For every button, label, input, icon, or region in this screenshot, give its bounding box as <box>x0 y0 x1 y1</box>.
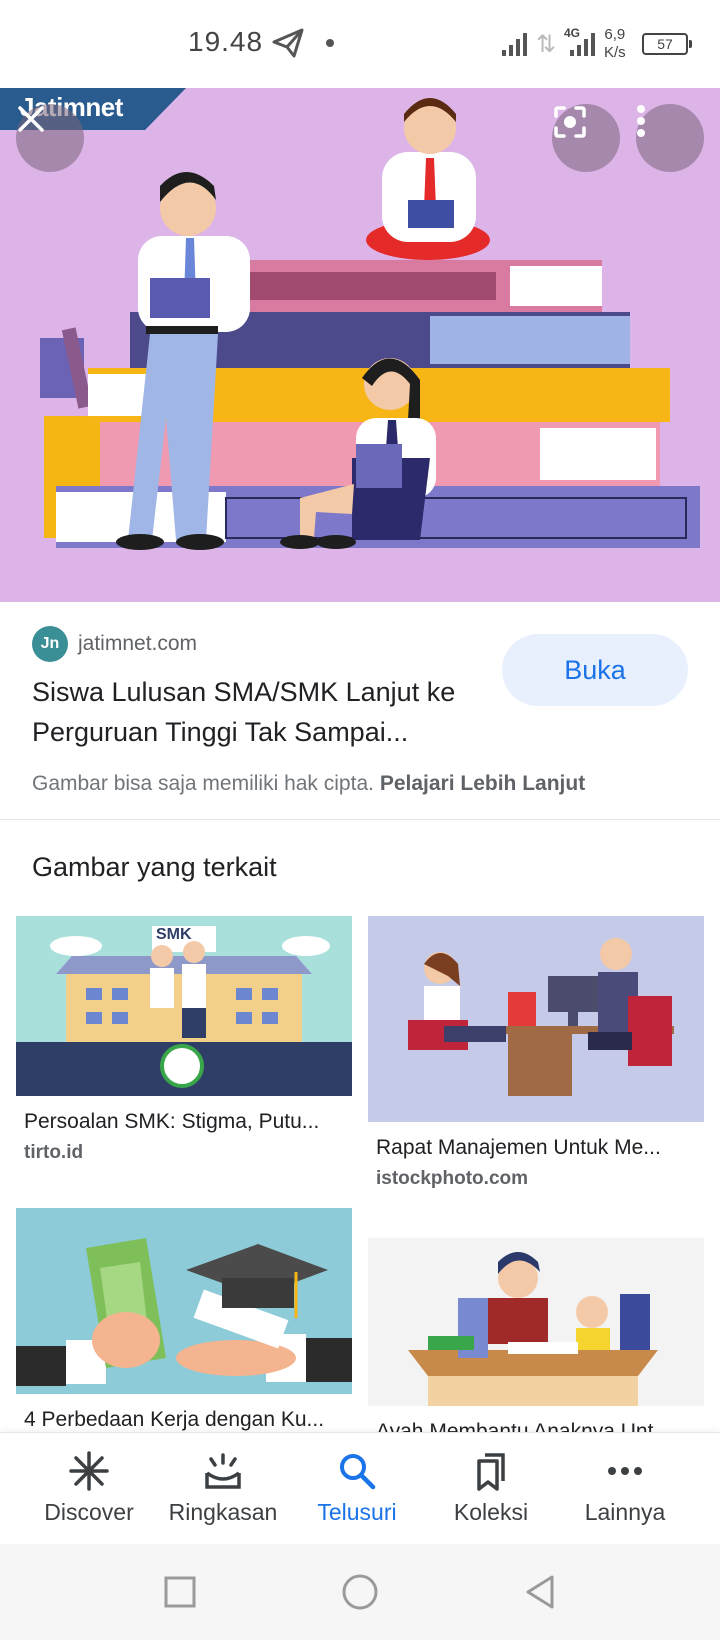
data-arrows-icon: ⇅ <box>536 31 557 58</box>
related-title-2[interactable]: Rapat Manajemen Untuk Me... <box>376 1136 692 1160</box>
search-icon <box>340 1454 376 1490</box>
related-source-2: istockphoto.com <box>376 1168 529 1189</box>
system-navigation-bar <box>0 1544 720 1640</box>
telegram-icon <box>272 28 304 58</box>
nav-koleksi[interactable]: Koleksi <box>424 1433 558 1545</box>
bookmarks-icon <box>477 1453 505 1491</box>
close-icon <box>18 106 44 132</box>
source-favicon: Jn <box>32 626 68 662</box>
status-bar: 19.48 ⇅ 4G 6,9 K/s 57 <box>0 0 720 88</box>
lens-search-button[interactable] <box>552 104 620 172</box>
nav-discover[interactable]: Discover <box>22 1433 156 1545</box>
status-time: 19.48 <box>188 26 264 57</box>
related-thumbnail-1: SMK <box>16 916 352 1096</box>
related-card-4[interactable]: Ayah Membantu Anaknya Unt... <box>368 1238 704 1452</box>
signal-icon <box>502 33 527 56</box>
network-speed: 6,9 K/s <box>604 26 626 61</box>
notification-dot-icon <box>326 39 334 47</box>
related-heading: Gambar yang terkait <box>32 852 277 882</box>
open-button[interactable]: Buka <box>502 634 688 706</box>
back-triangle-icon[interactable] <box>520 1572 560 1612</box>
signal-icon-2 <box>570 33 595 56</box>
lens-icon <box>554 106 586 138</box>
home-circle-icon[interactable] <box>340 1572 380 1612</box>
related-thumbnail-3 <box>16 1208 352 1394</box>
nav-lainnya[interactable]: Lainnya <box>558 1433 692 1545</box>
image-info: Jn jatimnet.com Siswa Lulusan SMA/SMK La… <box>0 602 720 820</box>
nav-ringkasan[interactable]: Ringkasan <box>156 1433 290 1545</box>
bottom-navigation: Discover Ringkasan Telusuri Koleksi Lain… <box>0 1432 720 1544</box>
more-vertical-icon <box>637 105 645 137</box>
more-options-button[interactable] <box>636 104 704 172</box>
copyright-notice: Gambar bisa saja memiliki hak cipta. Pel… <box>32 772 586 795</box>
related-thumbnail-2 <box>368 916 704 1122</box>
students-books-illustration <box>40 98 700 550</box>
related-title-3[interactable]: 4 Perbedaan Kerja dengan Ku... <box>24 1408 340 1432</box>
related-card-3[interactable]: 4 Perbedaan Kerja dengan Ku... <box>16 1208 352 1440</box>
nav-telusuri[interactable]: Telusuri <box>290 1433 424 1545</box>
related-card-1[interactable]: SMK Persoalan SMK: Stigma, Putu... tirto… <box>16 916 352 1164</box>
related-source-1: tirto.id <box>24 1142 84 1163</box>
updates-icon <box>205 1453 241 1489</box>
source-domain[interactable]: jatimnet.com <box>78 632 197 656</box>
battery-icon: 57 <box>642 33 692 55</box>
related-card-2[interactable]: Rapat Manajemen Untuk Me... istockphoto.… <box>368 916 704 1190</box>
recents-square-icon[interactable] <box>160 1572 200 1612</box>
related-title-1[interactable]: Persoalan SMK: Stigma, Putu... <box>24 1110 340 1134</box>
learn-more-link[interactable]: Pelajari Lebih Lanjut <box>380 772 585 795</box>
more-horizontal-icon <box>608 1467 642 1475</box>
close-button[interactable] <box>16 104 84 172</box>
hero-image[interactable]: Jatimnet <box>0 88 720 602</box>
page-title[interactable]: Siswa Lulusan SMA/SMK Lanjut ke Pergurua… <box>32 672 482 752</box>
related-thumbnail-4 <box>368 1238 704 1406</box>
asterisk-icon <box>69 1451 109 1491</box>
smk-sign: SMK <box>156 926 192 943</box>
